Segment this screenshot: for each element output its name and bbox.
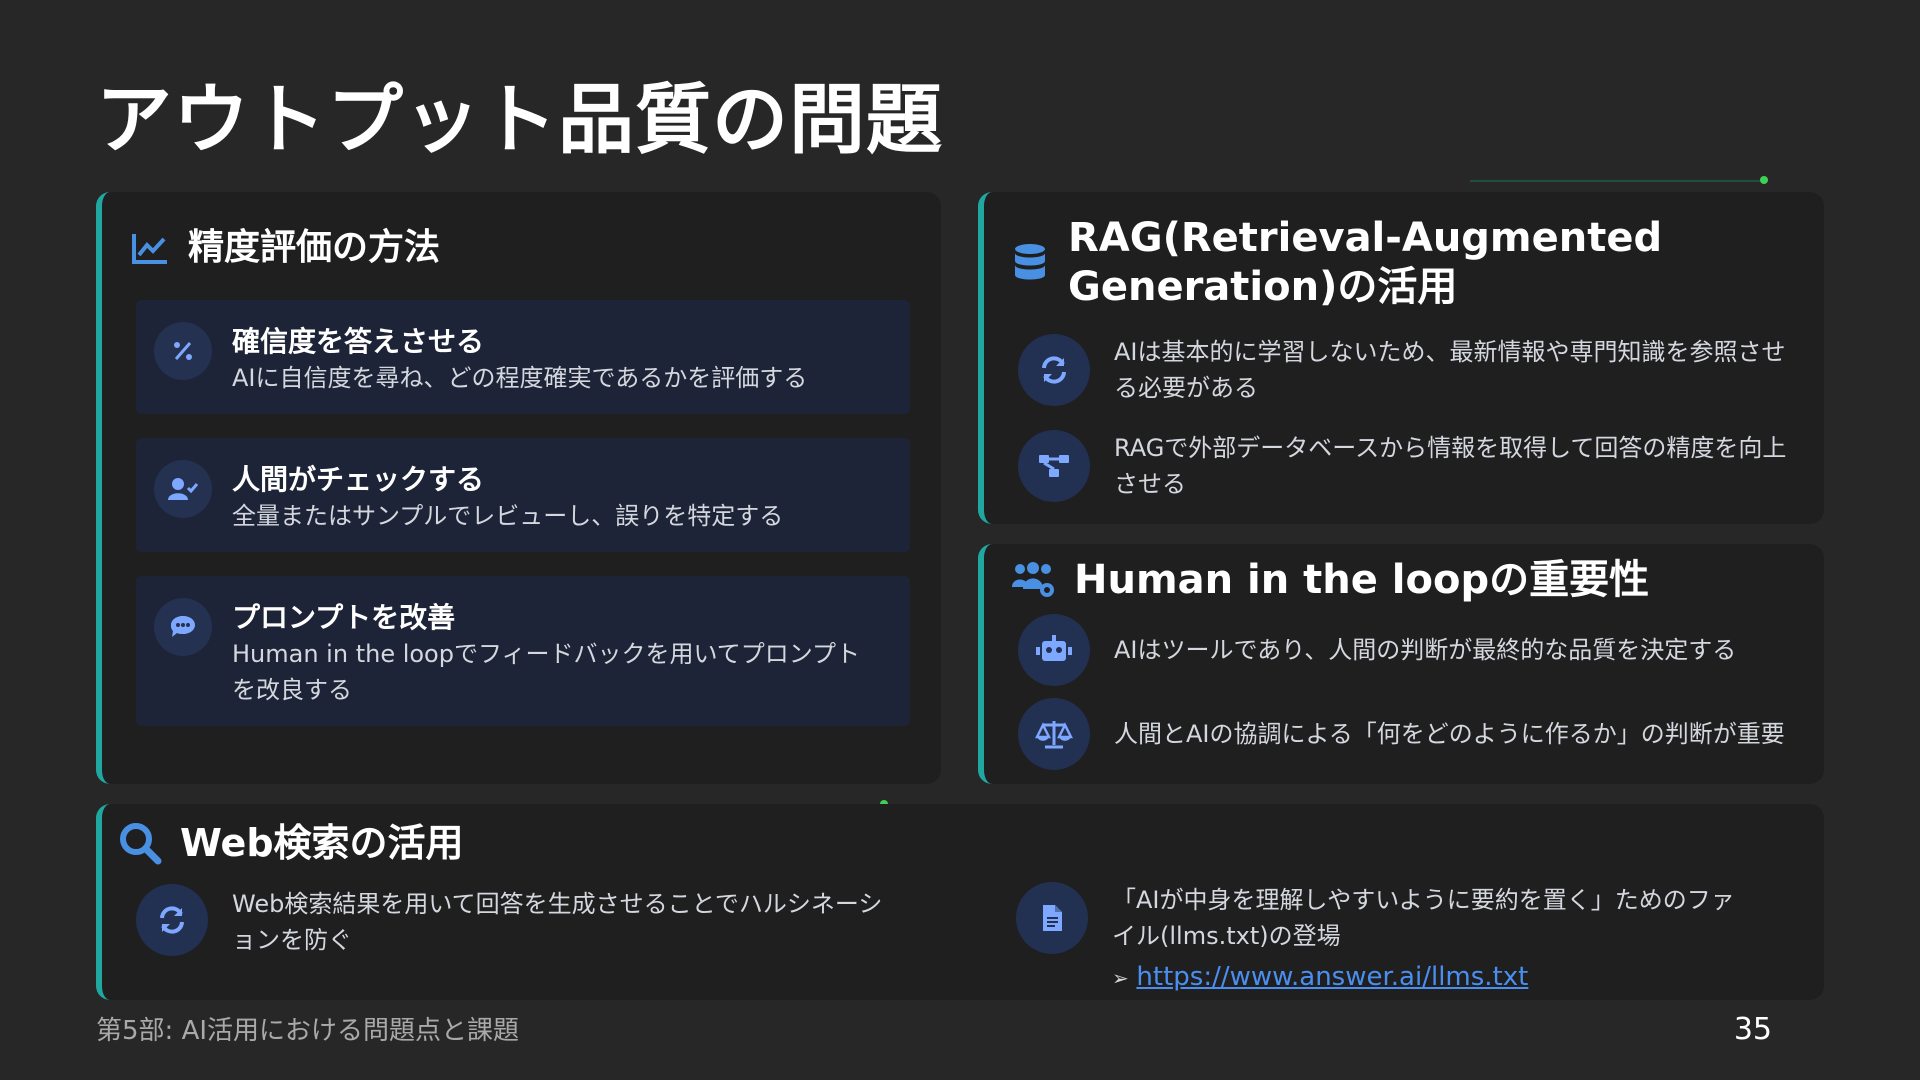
footer-text: 第5部: AI活用における問題点と課題 — [96, 1016, 520, 1046]
item-desc: 全量またはサンプルでレビューし、誤りを特定する — [232, 502, 784, 530]
item-title: プロンプトを改善 — [232, 601, 456, 634]
web-search-card: Web検索の活用 Web検索結果を用いて回答を生成させることでハルシネーションを… — [96, 804, 1824, 1000]
decorative-line — [1470, 180, 1766, 182]
web-header: Web検索の活用 — [118, 820, 464, 866]
item-title: 確信度を答えさせる — [232, 325, 485, 358]
bullet-arrow: ➢ — [1112, 966, 1129, 990]
page-number: 35 — [1733, 1012, 1772, 1047]
accuracy-card: 精度評価の方法 確信度を答えさせる AIに自信度を尋ね、どの程度確実であるかを評… — [96, 192, 941, 784]
rag-heading: RAG(Retrieval-Augmented Generation)の活用 — [1068, 215, 1663, 310]
list-item: 人間とAIの協調による「何をどのように作るか」の判断が重要 — [1018, 698, 1798, 772]
row-text: 「AIが中身を理解しやすいように要約を置く」ためのファイル(llms.txt)の… — [1112, 886, 1735, 950]
list-item: プロンプトを改善 Human in the loopでフィードバックを用いてプロ… — [136, 576, 910, 726]
list-item: RAGで外部データベースから情報を取得して回答の精度を向上させる — [1018, 430, 1798, 510]
chart-line-icon — [130, 228, 170, 268]
llms-link[interactable]: https://www.answer.ai/llms.txt — [1136, 962, 1528, 992]
chat-bubble-icon — [154, 598, 212, 656]
item-desc: Human in the loopでフィードバックを用いてプロンプトを改良する — [232, 640, 861, 704]
row-text: RAGで外部データベースから情報を取得して回答の精度を向上させる — [1114, 434, 1787, 498]
list-item: Web検索結果を用いて回答を生成させることでハルシネーションを防ぐ — [136, 884, 896, 964]
hitl-heading: Human in the loopの重要性 — [1074, 557, 1650, 603]
accuracy-header: 精度評価の方法 — [130, 226, 440, 270]
decorative-dot — [1760, 176, 1768, 184]
page-title: アウトプット品質の問題 — [96, 75, 943, 164]
sync-icon — [136, 884, 208, 956]
search-icon — [118, 821, 162, 865]
web-heading: Web検索の活用 — [180, 821, 464, 865]
link-row: ➢ https://www.answer.ai/llms.txt — [1112, 958, 1528, 997]
scale-icon — [1018, 698, 1090, 770]
rag-card: RAG(Retrieval-Augmented Generation)の活用 A… — [978, 192, 1824, 524]
hitl-header: Human in the loopの重要性 — [1010, 556, 1649, 605]
list-item: AIはツールであり、人間の判断が最終的な品質を決定する — [1018, 614, 1798, 688]
sync-icon — [1018, 334, 1090, 406]
list-item: 「AIが中身を理解しやすいように要約を置く」ためのファイル(llms.txt)の… — [1016, 882, 1816, 992]
accuracy-heading: 精度評価の方法 — [188, 227, 441, 268]
row-text: Web検索結果を用いて回答を生成させることでハルシネーションを防ぐ — [232, 890, 883, 954]
users-gear-icon — [1010, 560, 1056, 600]
list-item: 人間がチェックする 全量またはサンプルでレビューし、誤りを特定する — [136, 438, 910, 552]
percent-icon — [154, 322, 212, 380]
robot-icon — [1018, 614, 1090, 686]
list-item: AIは基本的に学習しないため、最新情報や専門知識を参照させる必要がある — [1018, 334, 1798, 414]
row-text: AIはツールであり、人間の判断が最終的な品質を決定する — [1114, 636, 1737, 664]
user-check-icon — [154, 460, 212, 518]
item-desc: AIに自信度を尋ね、どの程度確実であるかを評価する — [232, 364, 808, 392]
row-text: 人間とAIの協調による「何をどのように作るか」の判断が重要 — [1114, 720, 1785, 748]
rag-header: RAG(Retrieval-Augmented Generation)の活用 — [1010, 214, 1668, 312]
database-icon — [1010, 243, 1050, 283]
hitl-card: Human in the loopの重要性 AIはツールであり、人間の判断が最終… — [978, 544, 1824, 784]
list-item: 確信度を答えさせる AIに自信度を尋ね、どの程度確実であるかを評価する — [136, 300, 910, 414]
network-icon — [1018, 430, 1090, 502]
document-icon — [1016, 882, 1088, 954]
row-text: AIは基本的に学習しないため、最新情報や専門知識を参照させる必要がある — [1114, 338, 1786, 402]
item-title: 人間がチェックする — [232, 463, 485, 496]
